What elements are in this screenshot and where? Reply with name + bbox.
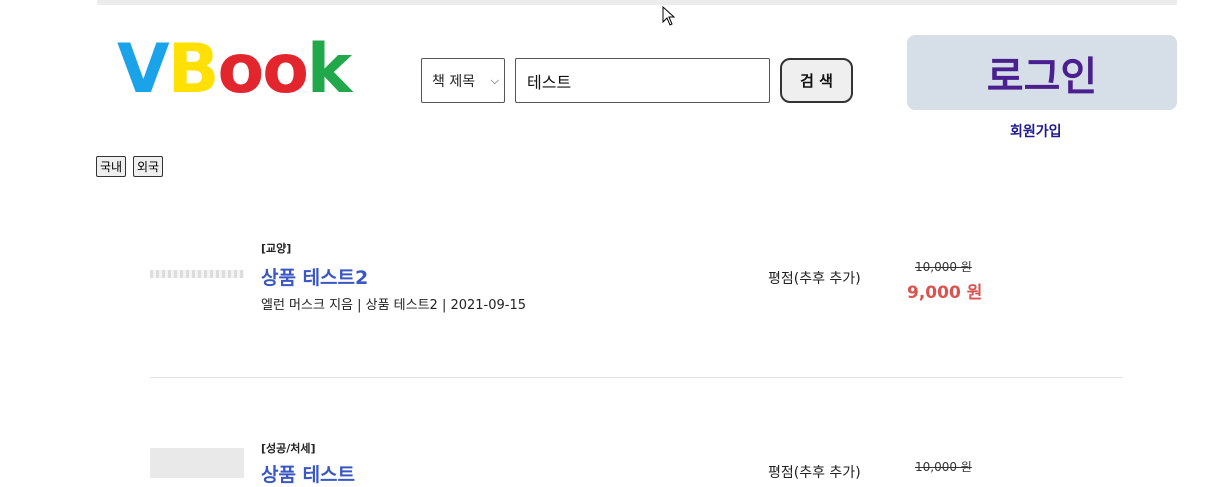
product-divider <box>150 377 1123 378</box>
logo-letter: V <box>117 30 170 109</box>
vbook-logo[interactable]: VBook <box>117 30 352 110</box>
product-category: [교양] <box>261 242 292 255</box>
top-bar <box>97 0 1177 5</box>
product-thumbnail[interactable] <box>150 270 244 278</box>
search-input[interactable] <box>515 58 770 103</box>
product-sale-price: 9,000 원 <box>907 283 983 303</box>
logo-letter: o <box>217 30 264 109</box>
search-field-select[interactable]: 책 제목 ⌵ <box>421 58 505 103</box>
logo-letter: o <box>262 30 309 109</box>
category-button-foreign[interactable]: 외국 <box>133 156 164 177</box>
product-rating: 평점(추후 추가) <box>768 465 861 481</box>
logo-letter: k <box>306 30 352 109</box>
logo-letter: B <box>167 30 220 109</box>
mouse-pointer-icon <box>662 6 676 26</box>
product-category: [성공/처세] <box>261 442 316 455</box>
product-rating: 평점(추후 추가) <box>768 271 861 287</box>
product-original-price: 10,000 원 <box>915 460 972 474</box>
category-button-domestic[interactable]: 국내 <box>96 156 127 177</box>
search-field-selected: 책 제목 <box>432 73 476 90</box>
product-meta: 엘런 머스크 지음 | 상품 테스트2 | 2021-09-15 <box>261 298 527 313</box>
signup-link[interactable]: 회원가입 <box>1010 121 1062 141</box>
product-title-link[interactable]: 상품 테스트2 <box>261 263 368 290</box>
login-button[interactable]: 로그인 <box>907 35 1177 110</box>
product-title-link[interactable]: 상품 테스트 <box>261 460 355 487</box>
chevron-down-icon: ⌵ <box>490 74 499 87</box>
product-thumbnail[interactable] <box>150 448 244 478</box>
search-button[interactable]: 검 색 <box>780 58 853 103</box>
product-original-price: 10,000 원 <box>915 260 972 274</box>
